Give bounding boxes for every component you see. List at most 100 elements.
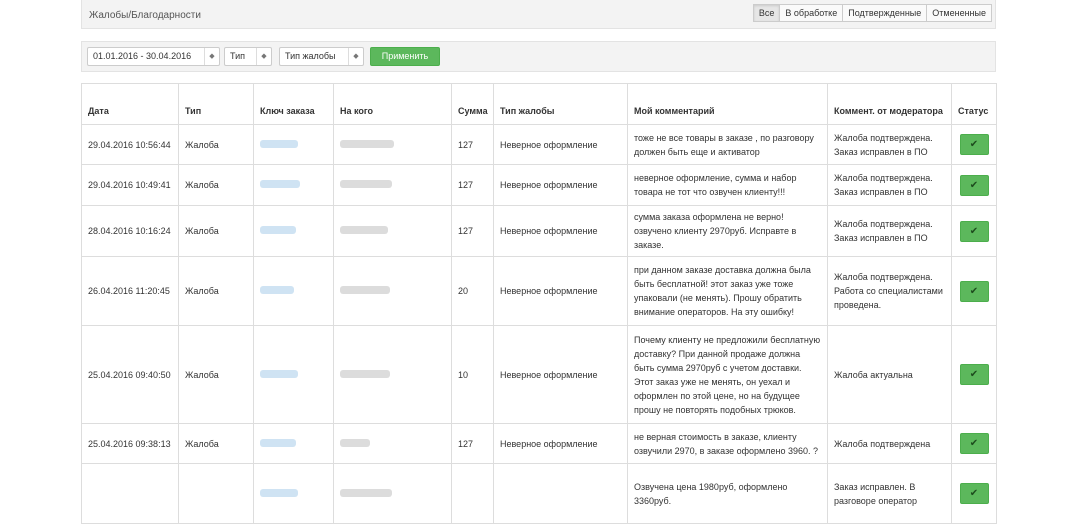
blurred-order-key (260, 226, 296, 234)
page-header: Жалобы/Благодарности Все В обработке Под… (81, 0, 996, 29)
cell-complaint-type: Неверное оформление (493, 256, 628, 326)
check-icon: ✔ (969, 438, 979, 449)
cell-target (333, 423, 452, 464)
table-row: 25.04.2016 09:40:50 Жалоба 10 Неверное офор… (81, 325, 997, 424)
filter-confirmed-button[interactable]: Подтвержденные (842, 4, 928, 22)
cell-status: ✔ (951, 205, 997, 257)
cell-type: Жалоба (178, 124, 254, 165)
apply-button[interactable]: Применить (370, 47, 440, 66)
cell-moderator-comment: Жалоба подтверждена. Работа со специалис… (827, 256, 952, 326)
col-order-key: Ключ заказа (253, 83, 334, 125)
updown-arrow-icon: ◆ (256, 48, 271, 65)
cell-date: 29.04.2016 10:49:41 (81, 164, 179, 206)
cell-complaint-type: Неверное оформление (493, 325, 628, 424)
cell-status: ✔ (951, 124, 997, 165)
order-key-link[interactable] (253, 256, 334, 326)
blurred-order-key (260, 286, 294, 294)
check-icon: ✔ (969, 225, 979, 237)
col-sum: Сумма (451, 83, 494, 125)
cell-my-comment: Озвучена цена 1980руб, оформлено 3360руб… (627, 463, 828, 524)
col-date: Дата (81, 83, 179, 125)
table-row: 26.04.2016 11:20:45 Жалоба 20 Неверное офор… (81, 256, 997, 326)
cell-my-comment: Почему клиенту не предложили бесплатную … (627, 325, 828, 424)
cell-type: Жалоба (178, 325, 254, 424)
check-icon: ✔ (969, 285, 979, 297)
check-icon: ✔ (969, 179, 979, 191)
cell-date: 29.04.2016 10:56:44 (81, 124, 179, 165)
cell-moderator-comment: Жалоба подтверждена. Заказ исправлен в П… (827, 124, 952, 165)
cell-status: ✔ (951, 463, 997, 524)
updown-arrow-icon: ◆ (348, 48, 363, 65)
status-check-button[interactable]: ✔ (959, 174, 989, 196)
date-range-value: 01.01.2016 - 30.04.2016 (93, 51, 192, 61)
col-target: На кого (333, 83, 452, 125)
order-key-link[interactable] (253, 463, 334, 524)
cell-sum: 127 (451, 423, 494, 464)
blurred-order-key (260, 180, 300, 188)
order-key-link[interactable] (253, 124, 334, 165)
cell-date (81, 463, 179, 524)
order-key-link[interactable] (253, 205, 334, 257)
blurred-name (340, 286, 390, 294)
cell-sum (451, 463, 494, 524)
blurred-name (340, 488, 392, 497)
cell-my-comment: тоже не все товары в заказе , по разгово… (627, 124, 828, 165)
order-key-link[interactable] (253, 423, 334, 464)
check-icon: ✔ (969, 488, 979, 499)
cell-date: 26.04.2016 11:20:45 (81, 256, 179, 326)
status-check-button[interactable]: ✔ (959, 280, 989, 302)
complaint-type-value: Тип жалобы (285, 51, 336, 61)
cell-sum: 10 (451, 325, 494, 424)
cell-date: 25.04.2016 09:38:13 (81, 423, 179, 464)
cell-type: Жалоба (178, 164, 254, 206)
status-check-button[interactable]: ✔ (959, 483, 989, 504)
blurred-order-key (260, 139, 298, 148)
blurred-order-key (260, 438, 296, 447)
date-range-select[interactable]: 01.01.2016 - 30.04.2016 ◆ (87, 47, 220, 66)
check-icon: ✔ (969, 139, 979, 150)
page-title: Жалобы/Благодарности (89, 10, 201, 21)
col-moderator-comment: Коммент. от модератора (827, 83, 952, 125)
complaint-type-select[interactable]: Тип жалобы ◆ (279, 47, 364, 66)
status-check-button[interactable]: ✔ (959, 364, 989, 385)
table-row: 29.04.2016 10:49:41 Жалоба 127 Неверное офо… (81, 164, 997, 206)
cell-complaint-type (493, 463, 628, 524)
cell-my-comment: неверное оформление, сумма и набор товар… (627, 164, 828, 206)
col-complaint-type: Тип жалобы (493, 83, 628, 125)
col-my-comment: Мой комментарий (627, 83, 828, 125)
table-row: 25.04.2016 09:38:13 Жалоба 127 Неверное офо… (81, 423, 997, 464)
type-select-value: Тип (230, 51, 246, 61)
cell-sum: 127 (451, 205, 494, 257)
blurred-name (340, 180, 392, 188)
cell-complaint-type: Неверное оформление (493, 164, 628, 206)
type-select[interactable]: Тип ◆ (224, 47, 272, 66)
cell-type: Жалоба (178, 205, 254, 257)
cell-type: Жалоба (178, 256, 254, 326)
cell-moderator-comment: Жалоба подтверждена. Заказ исправлен в П… (827, 164, 952, 206)
filter-processing-button[interactable]: В обработке (779, 4, 844, 22)
status-check-button[interactable]: ✔ (959, 134, 989, 155)
cell-status: ✔ (951, 256, 997, 326)
table-row: Озвучена цена 1980руб, оформлено 3360руб… (81, 463, 997, 524)
blurred-order-key (260, 369, 298, 378)
status-check-button[interactable]: ✔ (959, 433, 989, 454)
cell-target (333, 256, 452, 326)
cell-my-comment: не верная стоимость в заказе, клиенту оз… (627, 423, 828, 464)
complaints-table: Дата Тип Ключ заказа На кого Сумма Тип ж… (81, 83, 997, 524)
blurred-name (340, 226, 388, 234)
cell-my-comment: при данном заказе доставка должна была б… (627, 256, 828, 326)
table-header-row: Дата Тип Ключ заказа На кого Сумма Тип ж… (81, 83, 997, 125)
status-check-button[interactable]: ✔ (959, 220, 989, 242)
order-key-link[interactable] (253, 164, 334, 206)
filter-bar: 01.01.2016 - 30.04.2016 ◆ Тип ◆ Тип жало… (81, 41, 996, 72)
order-key-link[interactable] (253, 325, 334, 424)
cell-my-comment: сумма заказа оформлена не верно! озвучен… (627, 205, 828, 257)
blurred-name (340, 139, 394, 148)
filter-all-button[interactable]: Все (752, 4, 781, 22)
cell-complaint-type: Неверное оформление (493, 124, 628, 165)
filter-cancelled-button[interactable]: Отмененные (926, 4, 992, 22)
updown-arrow-icon: ◆ (204, 48, 219, 65)
cell-target (333, 205, 452, 257)
cell-target (333, 325, 452, 424)
cell-sum: 127 (451, 164, 494, 206)
